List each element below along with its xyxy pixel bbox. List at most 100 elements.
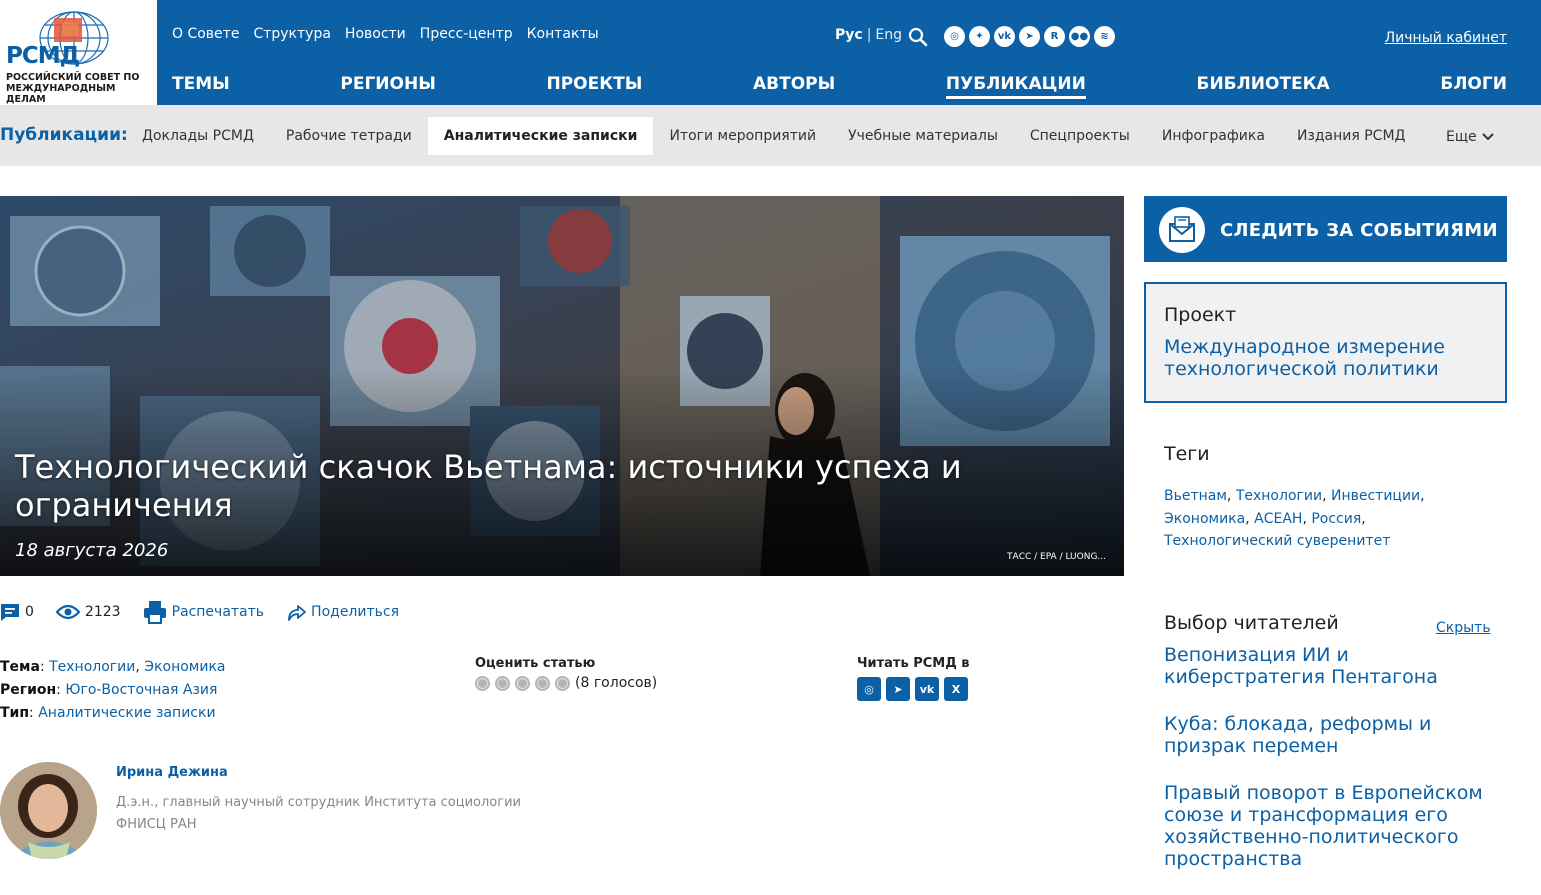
subnav-infographics[interactable]: Инфографика (1146, 117, 1281, 155)
rating-star-icon[interactable] (495, 675, 510, 691)
main-nav-library[interactable]: БИБЛИОТЕКА (1197, 74, 1330, 99)
follow-label: СЛЕДИТЬ ЗА СОБЫТИЯМИ (1220, 220, 1498, 241)
tag-link[interactable]: Вьетнам (1164, 488, 1227, 504)
readers-choice-item[interactable]: Правый поворот в Европейском союзе и тра… (1164, 782, 1494, 870)
main-nav-publications[interactable]: ПУБЛИКАЦИИ (945, 74, 1086, 99)
top-nav-contacts[interactable]: Контакты (527, 26, 599, 42)
rating-stars: (8 голосов) (475, 675, 657, 691)
max-icon[interactable]: ◎ (857, 677, 881, 701)
article-hero: Технологический скачок Вьетнама: источни… (0, 196, 1124, 576)
share-label: Поделиться (311, 604, 400, 620)
theme-link-technologies[interactable]: Технологии (49, 659, 135, 675)
publications-subnav: Публикации: Доклады РСМД Рабочие тетради… (0, 105, 1541, 166)
twitter-icon[interactable]: ✦ (969, 26, 990, 47)
envelope-icon (1159, 207, 1205, 253)
top-nav-news[interactable]: Новости (345, 26, 406, 42)
flickr-icon[interactable]: ●● (1069, 26, 1090, 47)
main-nav-projects[interactable]: ПРОЕКТЫ (547, 74, 643, 99)
tag-link[interactable]: Инвестиции (1331, 488, 1420, 504)
main-nav-regions[interactable]: РЕГИОНЫ (340, 74, 435, 99)
tag-link[interactable]: Россия (1311, 511, 1361, 527)
author-position: Д.э.н., главный научный сотрудник Инстит… (116, 795, 521, 832)
readers-choice-item[interactable]: Куба: блокада, реформы и призрак перемен (1164, 713, 1494, 757)
meta-theme: Тема: Технологии, Экономика (0, 659, 226, 675)
main-nav: ТЕМЫ РЕГИОНЫ ПРОЕКТЫ АВТОРЫ ПУБЛИКАЦИИ Б… (172, 74, 1507, 99)
eye-icon (55, 604, 80, 620)
subnav-special-projects[interactable]: Спецпроекты (1014, 117, 1146, 155)
vk-icon[interactable]: vk (915, 677, 939, 701)
votes-count: (8 голосов) (575, 675, 658, 691)
telegram-icon[interactable]: ➤ (886, 677, 910, 701)
main-nav-authors[interactable]: АВТОРЫ (753, 74, 835, 99)
tag-link[interactable]: Экономика (1164, 511, 1245, 527)
personal-cabinet-link[interactable]: Личный кабинет (1385, 30, 1507, 46)
search-icon[interactable] (908, 27, 928, 47)
theme-link-economy[interactable]: Экономика (144, 659, 225, 675)
vk-icon[interactable]: vk (994, 26, 1015, 47)
subnav-analytical-notes[interactable]: Аналитические записки (427, 117, 654, 155)
subnav-working-papers[interactable]: Рабочие тетради (270, 117, 428, 155)
site-logo[interactable]: РСМД РОССИЙСКИЙ СОВЕТ ПО МЕЖДУНАРОДНЫМ Д… (0, 0, 157, 105)
subnav-reports[interactable]: Доклады РСМД (126, 117, 270, 155)
subnav-editions[interactable]: Издания РСМД (1281, 117, 1422, 155)
tag-link[interactable]: Технологический суверенитет (1164, 533, 1390, 549)
more-label: Еще (1446, 129, 1477, 145)
rating-title: Оценить статью (475, 656, 596, 671)
print-button[interactable]: Распечатать (143, 600, 264, 624)
project-box: Проект Международное измерение технологи… (1144, 282, 1507, 403)
share-icon (288, 605, 306, 621)
social-links: ◎ ✦ vk ➤ R ●● ≋ (944, 26, 1115, 47)
author-avatar[interactable] (0, 762, 97, 859)
top-nav-structure[interactable]: Структура (253, 26, 330, 42)
rating-star-icon[interactable] (515, 675, 530, 691)
tag-link[interactable]: Технологии (1236, 488, 1322, 504)
rating-star-icon[interactable] (535, 675, 550, 691)
readers-choice-item[interactable]: Вепонизация ИИ и киберстратегия Пентагон… (1164, 644, 1494, 688)
rss-icon[interactable]: ≋ (1094, 26, 1115, 47)
article-meta: Тема: Технологии, Экономика Регион: Юго-… (0, 656, 225, 725)
max-icon[interactable]: ◎ (944, 26, 965, 47)
top-nav-press[interactable]: Пресс-центр (420, 26, 513, 42)
hide-readers-choice-button[interactable]: Скрыть (1436, 620, 1491, 636)
rutube-icon[interactable]: R (1044, 26, 1065, 47)
readers-choice-title: Выбор читателей (1164, 612, 1339, 634)
tags-list: Вьетнам, Технологии, Инвестиции, Экономи… (1164, 488, 1425, 549)
chevron-down-icon (1482, 133, 1494, 141)
rating-star-icon[interactable] (555, 675, 570, 691)
subnav-event-results[interactable]: Итоги мероприятий (653, 117, 832, 155)
share-button[interactable]: Поделиться (286, 602, 399, 622)
follow-events-button[interactable]: СЛЕДИТЬ ЗА СОБЫТИЯМИ (1144, 196, 1507, 262)
article-stats: 0 2123 Распечатать Поделиться (0, 600, 421, 624)
main-nav-themes[interactable]: ТЕМЫ (172, 74, 230, 99)
subnav-more-button[interactable]: Еще (1446, 129, 1495, 145)
meta-type: Тип: Аналитические записки (0, 705, 216, 721)
tag-link[interactable]: АСЕАН (1254, 511, 1302, 527)
subnav-label: Публикации: (0, 125, 128, 145)
subnav-educational[interactable]: Учебные материалы (832, 117, 1014, 155)
rating-block: Оценить статью (8 голосов) (475, 656, 657, 691)
top-nav-about[interactable]: О Совете (172, 26, 239, 42)
lang-ru[interactable]: Рус (835, 27, 863, 43)
views-count: 2123 (55, 604, 121, 620)
site-header: РСМД РОССИЙСКИЙ СОВЕТ ПО МЕЖДУНАРОДНЫМ Д… (0, 0, 1541, 105)
lang-en[interactable]: Eng (875, 27, 902, 43)
views-value: 2123 (84, 604, 121, 620)
rating-star-icon[interactable] (475, 675, 490, 691)
language-switcher: Рус | Eng (835, 27, 902, 43)
comments-count[interactable]: 0 (0, 602, 34, 622)
telegram-icon[interactable]: ➤ (1019, 26, 1040, 47)
logo-abbreviation: РСМД (6, 43, 80, 69)
project-link[interactable]: Международное измерение технологической … (1164, 336, 1484, 380)
article-title: Технологический скачок Вьетнама: источни… (15, 448, 962, 524)
readers-choice-list: Вепонизация ИИ и киберстратегия Пентагон… (1164, 644, 1494, 895)
comment-icon (1, 604, 19, 621)
author-photo (0, 762, 97, 859)
project-label: Проект (1164, 304, 1237, 326)
region-label: Регион (0, 682, 57, 698)
author-name[interactable]: Ирина Дежина (116, 765, 228, 780)
region-link[interactable]: Юго-Восточная Азия (65, 682, 217, 698)
main-nav-blogs[interactable]: БЛОГИ (1440, 74, 1507, 99)
x-icon[interactable]: X (944, 677, 968, 701)
read-rsmd-in: Читать РСМД в ◎ ➤ vk X (857, 656, 970, 701)
type-link[interactable]: Аналитические записки (38, 705, 215, 721)
